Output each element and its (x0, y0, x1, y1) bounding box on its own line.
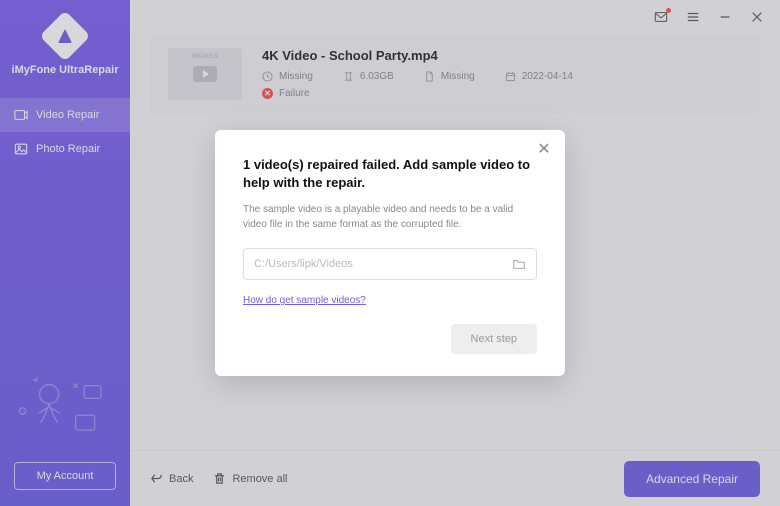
folder-icon[interactable] (512, 257, 526, 271)
sample-video-modal: ✕ 1 video(s) repaired failed. Add sample… (215, 130, 565, 376)
sample-path-field[interactable] (243, 248, 537, 280)
app-window: iMyFone UltraRepair Video Repair Photo R… (0, 0, 780, 506)
sample-path-input[interactable] (254, 258, 512, 270)
help-link[interactable]: How do get sample videos? (243, 295, 366, 306)
modal-title: 1 video(s) repaired failed. Add sample v… (243, 156, 537, 192)
modal-close-button[interactable]: ✕ (537, 142, 551, 156)
modal-description: The sample video is a playable video and… (243, 202, 537, 232)
next-step-button[interactable]: Next step (451, 324, 537, 354)
modal-overlay: ✕ 1 video(s) repaired failed. Add sample… (0, 0, 780, 506)
